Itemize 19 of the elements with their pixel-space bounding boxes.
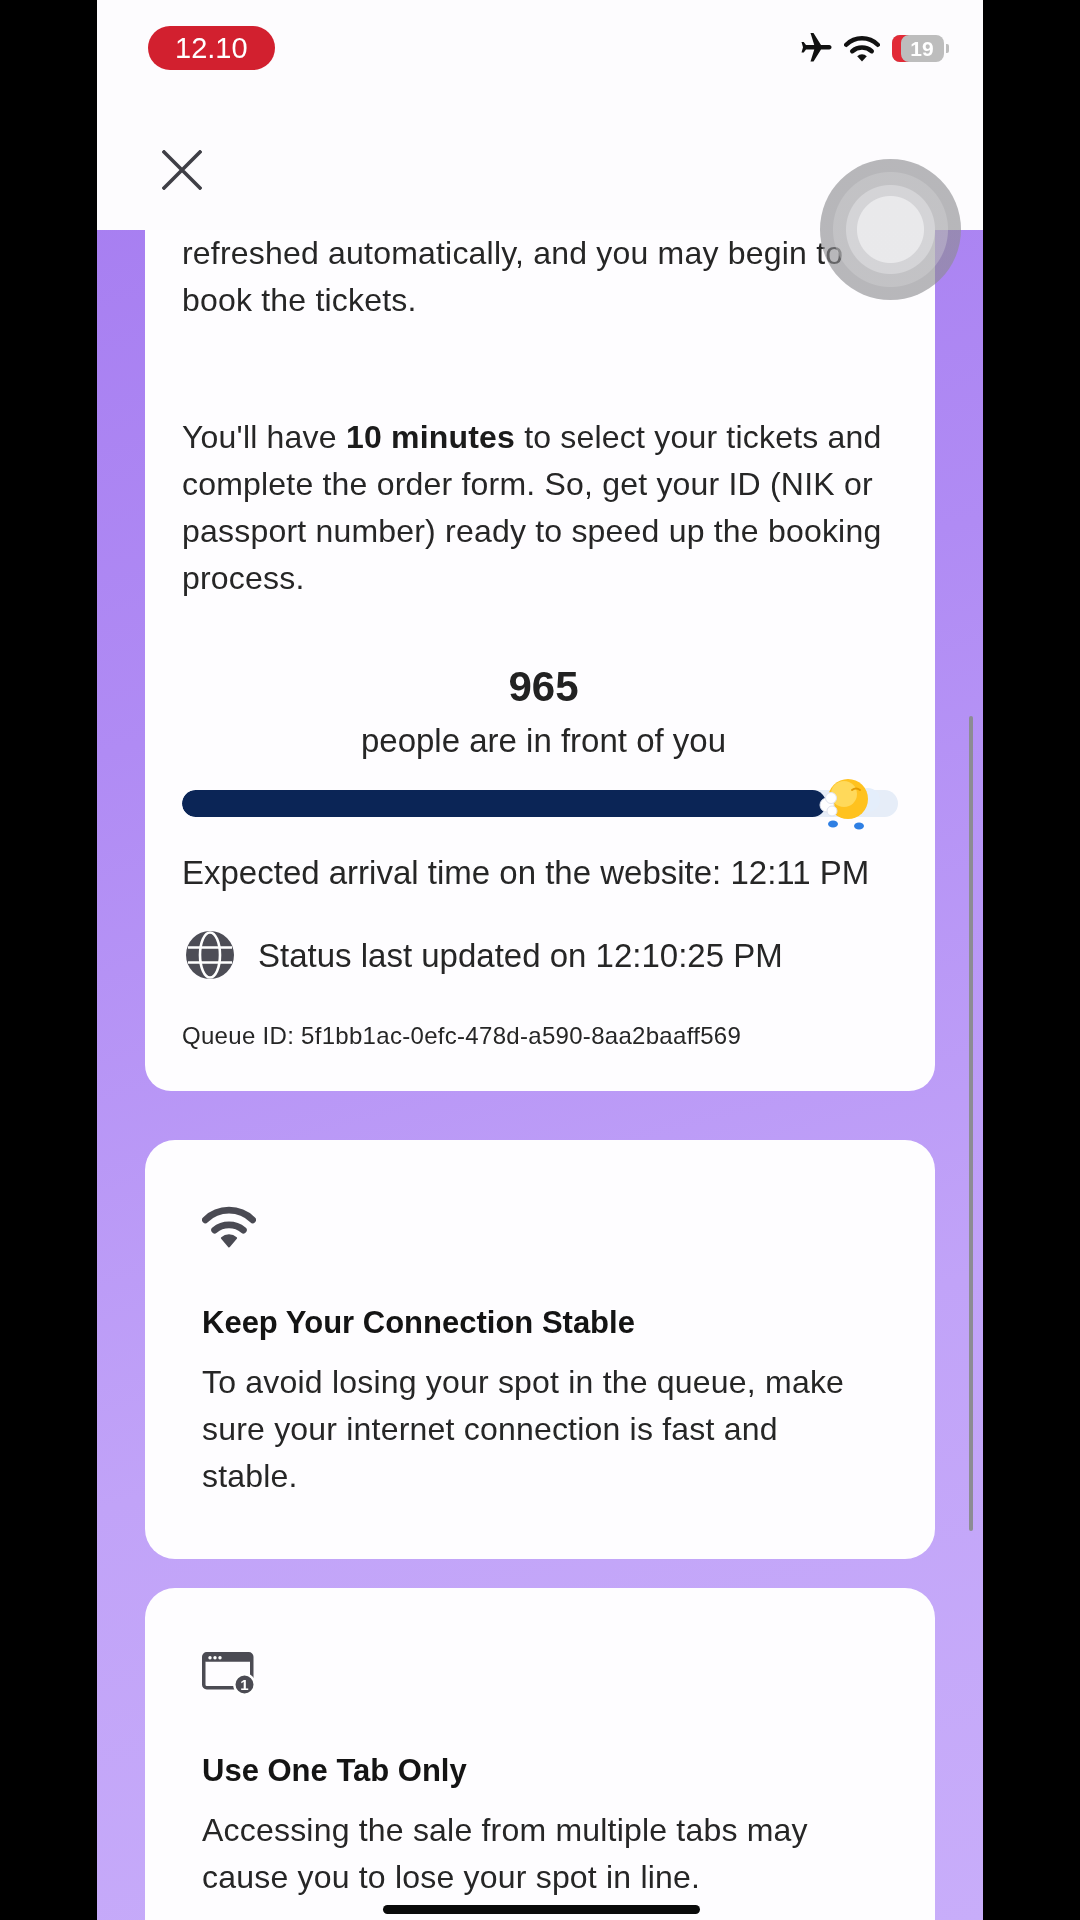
queue-position-caption: people are in front of you: [359, 721, 728, 761]
wifi-signal-icon: [844, 34, 880, 62]
airplane-mode-icon: [801, 33, 832, 63]
status-time: 12.10: [148, 26, 275, 70]
queue-position-count: 965: [507, 662, 580, 712]
tip-text: To avoid losing your spot in the queue, make sure your internet connection is fast and stable.: [202, 1363, 846, 1496]
tip-text: Accessing the sale from multiple tabs may cause you to lose your spot in line.: [202, 1811, 809, 1897]
tip-title: Use One Tab Only: [202, 1752, 468, 1790]
close-icon: [162, 150, 202, 190]
globe-icon: [186, 931, 234, 979]
status-updated-text: Status last updated on 12:10:25 PM: [258, 935, 783, 976]
queue-id-text: Queue ID: 5f1bb1ac-0efc-478d-a590-8aa2baaff569: [182, 1021, 743, 1051]
battery-indicator: 19: [892, 34, 949, 62]
wifi-icon: [202, 1204, 256, 1248]
close-button[interactable]: [162, 150, 202, 190]
tip-title: Keep Your Connection Stable: [202, 1304, 636, 1342]
info-paragraph: refreshed automatically, and you may begin to book the tickets.: [182, 234, 845, 320]
info-paragraph: You'll have 10 minutes to select your tickets and complete the order form. So, get your ID (NIK or passport number) ready to speed up the booking process.: [182, 418, 883, 598]
expected-arrival-text: Expected arrival time on the website: 12:11 PM: [182, 853, 871, 893]
